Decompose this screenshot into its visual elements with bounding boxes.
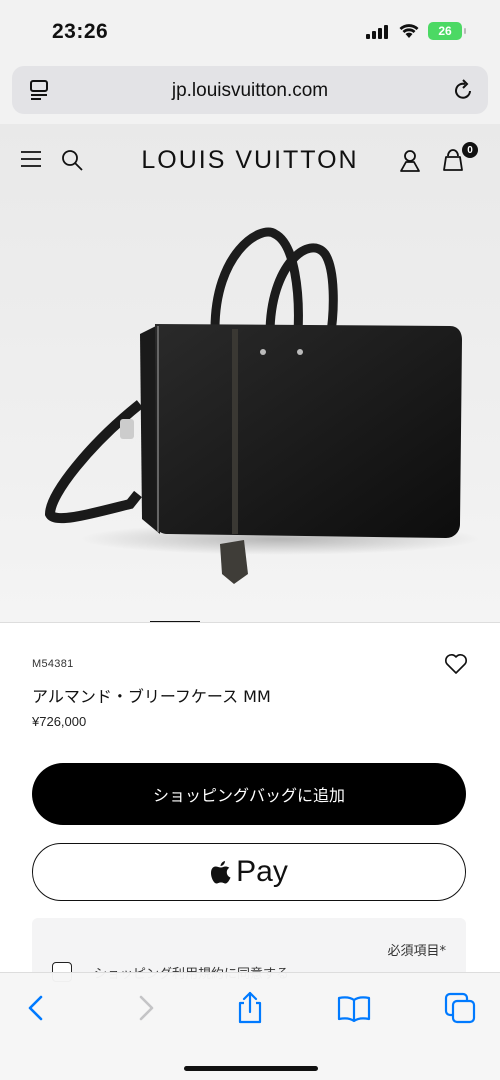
home-indicator: [184, 1066, 318, 1071]
account-icon[interactable]: [398, 148, 422, 172]
url-text: jp.louisvuitton.com: [171, 80, 329, 101]
product-name: アルマンド・ブリーフケース MM: [32, 687, 271, 706]
browser-address-area: jp.louisvuitton.com: [0, 62, 500, 124]
share-icon[interactable]: [233, 991, 267, 1025]
product-hero: LOUIS VUITTON 0: [0, 124, 500, 622]
apple-logo-icon: [211, 861, 231, 884]
status-time: 23:26: [52, 20, 109, 43]
signal-icon: [366, 23, 390, 39]
apple-pay-button[interactable]: Pay: [32, 843, 466, 901]
product-price: ¥726,000: [32, 714, 87, 729]
reload-icon[interactable]: [452, 78, 474, 102]
back-icon[interactable]: [20, 991, 54, 1025]
add-to-bag-button[interactable]: ショッピングバッグに追加: [32, 763, 466, 825]
battery-level: 26: [438, 24, 452, 38]
browser-toolbar: [0, 972, 500, 1080]
product-sku: M54381: [32, 658, 74, 670]
bookmarks-icon[interactable]: [337, 991, 371, 1025]
status-icons: 26: [366, 22, 466, 40]
heart-icon[interactable]: [444, 653, 468, 675]
status-bar: 23:26 26: [0, 0, 500, 62]
address-bar[interactable]: jp.louisvuitton.com: [12, 66, 488, 114]
product-image[interactable]: [30, 214, 490, 614]
divider: [0, 622, 500, 623]
wifi-icon: [399, 24, 419, 38]
bag-count-badge: 0: [462, 142, 478, 158]
brand-logo[interactable]: LOUIS VUITTON: [0, 146, 500, 175]
battery-icon: 26: [428, 22, 466, 40]
required-label: 必須項目*: [387, 944, 446, 959]
tabs-icon[interactable]: [443, 991, 477, 1025]
apple-pay-label: Pay: [236, 855, 288, 888]
site-header: LOUIS VUITTON 0: [0, 124, 500, 196]
forward-icon[interactable]: [128, 991, 162, 1025]
